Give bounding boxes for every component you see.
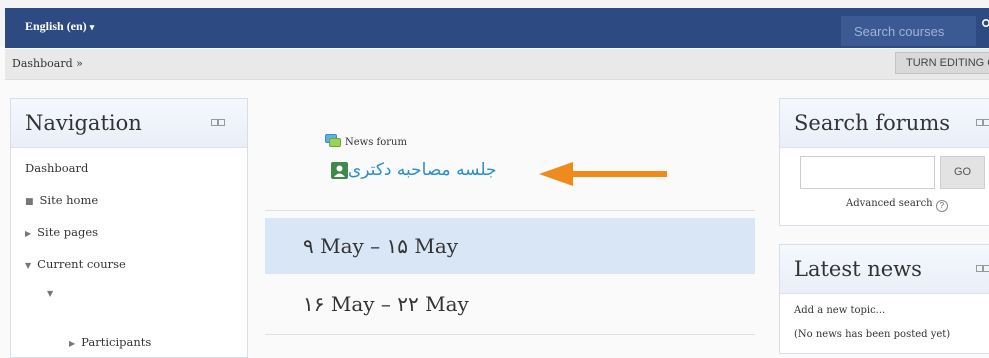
search-forums-block: Search forums GO Advanced search ? [779, 98, 989, 226]
search-icon[interactable] [981, 19, 989, 29]
navigation-block-header: Navigation [11, 99, 247, 148]
chevron-down-icon: ▼ [25, 261, 31, 270]
interview-session-label: جلسه مصاحبه دکتری [348, 160, 496, 180]
week-section-current[interactable]: ۹ May – ۱۵ May [265, 218, 755, 274]
navigation-title: Navigation [25, 111, 142, 135]
search-courses-input[interactable]: Search courses [841, 16, 976, 46]
chevron-right-icon: ▶ [25, 229, 31, 238]
section-divider [265, 210, 755, 211]
language-menu[interactable]: English (en)▾ [25, 19, 94, 34]
latest-news-title: Latest news [794, 257, 922, 281]
go-button[interactable]: GO [940, 156, 985, 189]
week-section[interactable]: ۱۶ May – ۲۲ May [265, 276, 755, 332]
chevron-down-icon: ▾ [90, 22, 95, 32]
search-forums-title: Search forums [794, 111, 950, 135]
nav-item-current-course[interactable]: ▼ Current course [25, 257, 126, 271]
breadcrumb-separator: » [76, 57, 83, 70]
nav-item-course-expand[interactable]: ▼ [47, 285, 59, 299]
nav-item-dashboard[interactable]: Dashboard [25, 161, 88, 175]
section-divider [265, 334, 755, 335]
week-title: ۹ May – ۱۵ May [303, 234, 458, 258]
interview-session-link[interactable]: جلسه مصاحبه دکتری [325, 160, 496, 180]
bullet-icon: ■ [25, 197, 34, 207]
no-news-text: (No news has been posted yet) [794, 329, 950, 340]
advanced-search-link[interactable]: Advanced search ? [846, 198, 948, 212]
latest-news-block: Latest news Add a new topic... (No news … [779, 244, 989, 354]
breadcrumb-bar: Dashboard » TURN EDITING ON [5, 49, 989, 80]
orange-arrow-icon [539, 162, 669, 186]
block-control-icon[interactable] [976, 119, 989, 126]
nav-item-label: Dashboard [25, 161, 88, 175]
forum-icon [325, 134, 341, 148]
top-navbar: English (en)▾ Search courses [5, 8, 989, 48]
nav-item-label: Site pages [37, 225, 98, 239]
breadcrumb-dashboard[interactable]: Dashboard [12, 57, 73, 70]
breadcrumb: Dashboard » [12, 57, 83, 70]
nav-item-site-home[interactable]: ■ Site home [25, 193, 98, 207]
news-forum-link[interactable]: News forum [325, 134, 407, 148]
search-forums-header: Search forums [780, 99, 989, 148]
week-title: ۱۶ May – ۲۲ May [303, 292, 469, 316]
top-navbar-area: English (en)▾ Search courses [0, 0, 989, 47]
advanced-search-label: Advanced search [846, 198, 933, 209]
nav-item-label: Current course [37, 257, 126, 271]
block-control-icon[interactable] [211, 119, 225, 126]
nav-item-label: Site home [40, 193, 99, 207]
language-label: English (en) [25, 19, 87, 33]
nav-item-site-pages[interactable]: ▶ Site pages [25, 225, 98, 239]
course-content: News forum جلسه مصاحبه دکتری ۹ May – ۱۵ … [265, 100, 755, 347]
search-forums-input[interactable] [800, 156, 935, 189]
chevron-down-icon: ▼ [47, 289, 53, 298]
news-forum-label: News forum [345, 137, 407, 148]
help-icon[interactable]: ? [936, 200, 948, 212]
block-control-icon[interactable] [976, 265, 989, 272]
activity-icon [331, 162, 348, 179]
navigation-block: Navigation Dashboard ■ Site home ▶ Site pa… [10, 98, 248, 358]
latest-news-header: Latest news [780, 245, 989, 294]
add-topic-link[interactable]: Add a new topic... [794, 305, 885, 316]
turn-editing-on-button[interactable]: TURN EDITING ON [895, 52, 989, 74]
